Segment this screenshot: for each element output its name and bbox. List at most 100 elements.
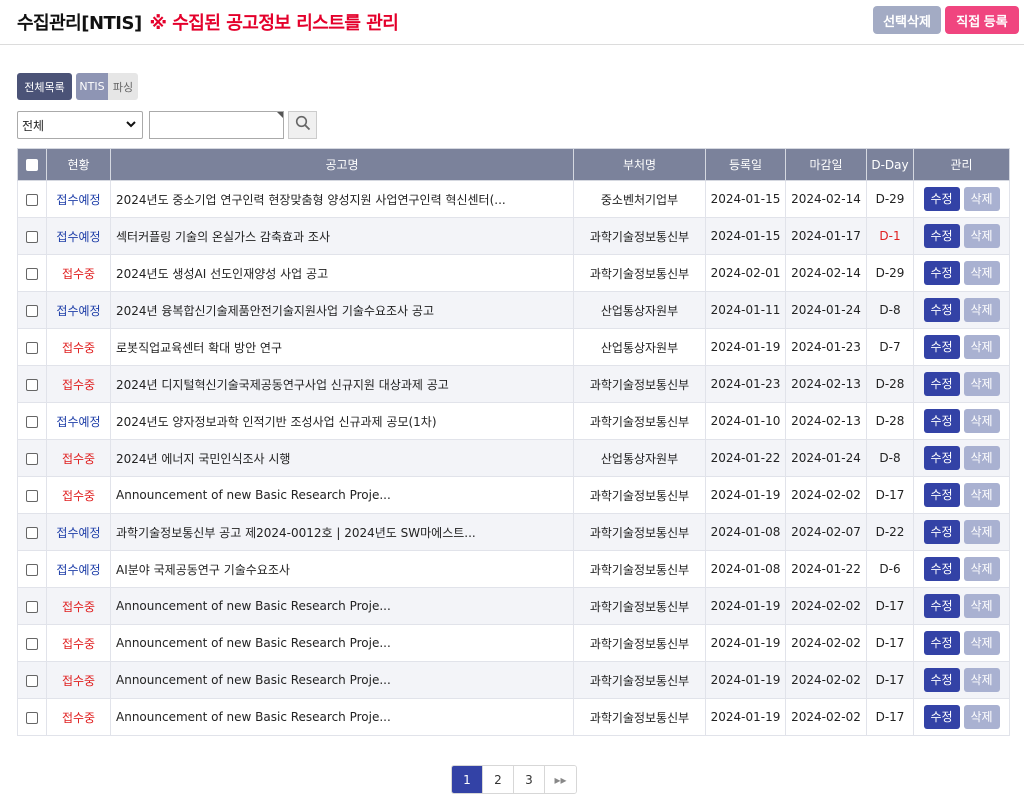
delete-button[interactable]: 삭제 [963, 520, 1000, 544]
edit-button[interactable]: 수정 [923, 631, 960, 655]
row-title[interactable]: Announcement of new Basic Research Proje… [110, 698, 574, 736]
row-select-cell [17, 180, 47, 218]
table-row[interactable]: 접수중 2024년 디지털혁신기술국제공동연구사업 신규지원 대상과제 공고 과학기… [17, 365, 1010, 403]
table-row[interactable]: 접수예정 섹터커플링 기술의 온실가스 감축효과 조사 과학기술정보통신부 2024-… [17, 217, 1010, 255]
delete-button[interactable]: 삭제 [963, 409, 1000, 433]
delete-button[interactable]: 삭제 [963, 483, 1000, 507]
table-row[interactable]: 접수중 로봇직업교육센터 확대 방안 연구 산업통상자원부 2024-01-19 202… [17, 328, 1010, 366]
edit-button[interactable]: 수정 [923, 409, 960, 433]
row-title[interactable]: 2024년 에너지 국민인식조사 시행 [110, 439, 574, 477]
row-checkbox[interactable] [26, 526, 38, 539]
row-title[interactable]: 2024년도 생성AI 선도인재양성 사업 공고 [110, 254, 574, 292]
edit-button[interactable]: 수정 [923, 557, 960, 581]
select-delete-button[interactable]: 선택삭제 [873, 6, 941, 34]
delete-button[interactable]: 삭제 [963, 372, 1000, 396]
page-title-text: 수집관리[NTIS] [17, 13, 142, 34]
table-row[interactable]: 접수중 2024년도 생성AI 선도인재양성 사업 공고 과학기술정보통신부 2024… [17, 254, 1010, 292]
table-row[interactable]: 접수중 2024년 에너지 국민인식조사 시행 산업통상자원부 2024-01-22 2… [17, 439, 1010, 477]
search-input[interactable] [149, 111, 284, 139]
tab-ntis-parse: NTIS 파싱 [76, 73, 138, 100]
tab-parse[interactable]: 파싱 [108, 73, 138, 100]
row-checkbox[interactable] [26, 489, 38, 502]
edit-button[interactable]: 수정 [923, 594, 960, 618]
page-button-2[interactable]: 2 [483, 766, 514, 793]
table-row[interactable]: 접수예정 2024년도 양자정보과학 인적기반 조성사업 신규과제 공모(1차) 과… [17, 402, 1010, 440]
row-due-date: 2024-02-07 [785, 513, 867, 551]
row-title[interactable]: Announcement of new Basic Research Proje… [110, 476, 574, 514]
row-checkbox[interactable] [26, 711, 38, 724]
delete-button[interactable]: 삭제 [963, 298, 1000, 322]
row-title[interactable]: 2024년 융복합신기술제품안전기술지원사업 기술수요조사 공고 [110, 291, 574, 329]
tab-ntis[interactable]: NTIS [76, 73, 108, 100]
row-title[interactable]: 2024년도 중소기업 연구인력 현장맞춤형 양성지원 사업연구인력 혁신센터(… [110, 180, 574, 218]
edit-button[interactable]: 수정 [923, 483, 960, 507]
row-dday: D-8 [866, 291, 914, 329]
row-status: 접수중 [46, 439, 111, 477]
edit-button[interactable]: 수정 [923, 335, 960, 359]
row-checkbox[interactable] [26, 674, 38, 687]
table-row[interactable]: 접수중 Announcement of new Basic Research Pr… [17, 698, 1010, 736]
page-button-3[interactable]: 3 [514, 766, 545, 793]
table-row[interactable]: 접수중 Announcement of new Basic Research Pr… [17, 661, 1010, 699]
row-dday: D-6 [866, 550, 914, 588]
row-checkbox[interactable] [26, 304, 38, 317]
row-dday: D-1 [866, 217, 914, 255]
table-row[interactable]: 접수예정 과학기술정보통신부 공고 제2024-0012호 | 2024년도 SW… [17, 513, 1010, 551]
table-row[interactable]: 접수중 Announcement of new Basic Research Pr… [17, 587, 1010, 625]
row-title[interactable]: 2024년 디지털혁신기술국제공동연구사업 신규지원 대상과제 공고 [110, 365, 574, 403]
row-checkbox[interactable] [26, 600, 38, 613]
row-checkbox[interactable] [26, 637, 38, 650]
table-row[interactable]: 접수예정 2024년도 중소기업 연구인력 현장맞춤형 양성지원 사업연구인력 혁… [17, 180, 1010, 218]
row-checkbox[interactable] [26, 193, 38, 206]
edit-button[interactable]: 수정 [923, 187, 960, 211]
edit-button[interactable]: 수정 [923, 372, 960, 396]
row-title[interactable]: 섹터커플링 기술의 온실가스 감축효과 조사 [110, 217, 574, 255]
edit-button[interactable]: 수정 [923, 705, 960, 729]
row-checkbox[interactable] [26, 452, 38, 465]
edit-button[interactable]: 수정 [923, 298, 960, 322]
delete-button[interactable]: 삭제 [963, 446, 1000, 470]
select-all-checkbox[interactable] [26, 159, 38, 171]
row-title[interactable]: Announcement of new Basic Research Proje… [110, 624, 574, 662]
row-title[interactable]: 과학기술정보통신부 공고 제2024-0012호 | 2024년도 SW마에스트… [110, 513, 574, 551]
row-title[interactable]: Announcement of new Basic Research Proje… [110, 661, 574, 699]
row-title[interactable]: AI분야 국제공동연구 기술수요조사 [110, 550, 574, 588]
tab-all-list[interactable]: 전체목록 [17, 73, 72, 100]
row-checkbox[interactable] [26, 563, 38, 576]
edit-button[interactable]: 수정 [923, 520, 960, 544]
row-select-cell [17, 550, 47, 588]
delete-button[interactable]: 삭제 [963, 631, 1000, 655]
delete-button[interactable]: 삭제 [963, 594, 1000, 618]
edit-button[interactable]: 수정 [923, 446, 960, 470]
delete-button[interactable]: 삭제 [963, 668, 1000, 692]
table-row[interactable]: 접수중 Announcement of new Basic Research Pr… [17, 476, 1010, 514]
search-button[interactable] [288, 111, 317, 139]
row-dday: D-28 [866, 365, 914, 403]
next-page-icon[interactable]: ▸▸ [545, 766, 576, 793]
row-checkbox[interactable] [26, 267, 38, 280]
row-title[interactable]: 로봇직업교육센터 확대 방안 연구 [110, 328, 574, 366]
row-title[interactable]: 2024년도 양자정보과학 인적기반 조성사업 신규과제 공모(1차) [110, 402, 574, 440]
direct-register-button[interactable]: 직접 등록 [945, 6, 1019, 34]
row-checkbox[interactable] [26, 230, 38, 243]
row-actions: 수정 삭제 [913, 624, 1010, 662]
delete-button[interactable]: 삭제 [963, 557, 1000, 581]
table-row[interactable]: 접수예정 AI분야 국제공동연구 기술수요조사 과학기술정보통신부 2024-01-0… [17, 550, 1010, 588]
table-row[interactable]: 접수중 Announcement of new Basic Research Pr… [17, 624, 1010, 662]
category-select[interactable]: 전체 [17, 111, 143, 139]
edit-button[interactable]: 수정 [923, 261, 960, 285]
row-checkbox[interactable] [26, 415, 38, 428]
row-title[interactable]: Announcement of new Basic Research Proje… [110, 587, 574, 625]
row-due-date: 2024-02-14 [785, 180, 867, 218]
delete-button[interactable]: 삭제 [963, 335, 1000, 359]
edit-button[interactable]: 수정 [923, 224, 960, 248]
table-row[interactable]: 접수예정 2024년 융복합신기술제품안전기술지원사업 기술수요조사 공고 산업통상… [17, 291, 1010, 329]
delete-button[interactable]: 삭제 [963, 187, 1000, 211]
delete-button[interactable]: 삭제 [963, 261, 1000, 285]
page-button-1[interactable]: 1 [452, 766, 483, 793]
row-checkbox[interactable] [26, 378, 38, 391]
delete-button[interactable]: 삭제 [963, 705, 1000, 729]
delete-button[interactable]: 삭제 [963, 224, 1000, 248]
edit-button[interactable]: 수정 [923, 668, 960, 692]
row-checkbox[interactable] [26, 341, 38, 354]
